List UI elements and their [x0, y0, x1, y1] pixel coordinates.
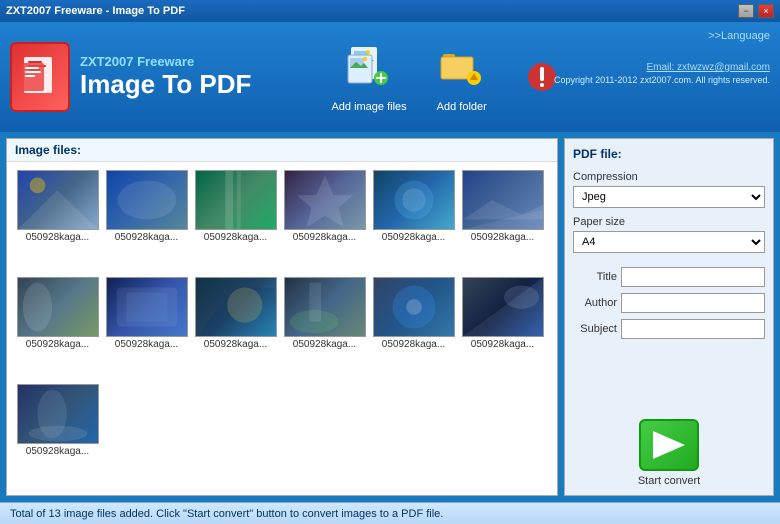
add-image-icon [344, 42, 394, 97]
author-input[interactable] [621, 293, 765, 313]
add-image-label: Add image files [331, 101, 406, 113]
minimize-button[interactable]: − [738, 4, 754, 18]
list-item[interactable]: 050928kaga... [193, 170, 278, 273]
image-label: 050928kaga... [284, 232, 366, 243]
thumbnail [17, 170, 99, 230]
list-item[interactable]: 050928kaga... [104, 170, 189, 273]
compression-group: Compression Jpeg PNG BMP [573, 171, 765, 208]
title-bar: ZXT2007 Freeware - Image To PDF − × [0, 0, 780, 22]
image-label: 050928kaga... [106, 339, 188, 350]
image-label: 050928kaga... [373, 339, 455, 350]
list-item[interactable]: 050928kaga... [460, 170, 545, 273]
logo-text-area: ZXT2007 Freeware Image To PDF [80, 54, 251, 100]
image-label: 050928kaga... [284, 339, 366, 350]
language-link[interactable]: >>Language [554, 30, 770, 42]
list-item[interactable]: 050928kaga... [282, 170, 367, 273]
image-label: 050928kaga... [462, 339, 544, 350]
author-label: Author [573, 297, 617, 309]
copyright-text: Copyright 2011-2012 zxt2007.com. All rig… [554, 75, 770, 85]
pdf-file-title: PDF file: [573, 147, 765, 161]
subject-input[interactable] [621, 319, 765, 339]
image-label: 050928kaga... [106, 232, 188, 243]
logo-brand: ZXT2007 Freeware [80, 54, 251, 69]
toolbar-buttons: Add image files Add folder [331, 42, 566, 113]
paper-size-select[interactable]: A4 A3 Letter Legal [573, 231, 765, 253]
list-item[interactable]: 050928kaga... [15, 384, 100, 487]
image-label: 050928kaga... [17, 446, 99, 457]
image-label: 050928kaga... [462, 232, 544, 243]
thumbnail [106, 170, 188, 230]
paper-size-label: Paper size [573, 216, 765, 228]
image-label: 050928kaga... [195, 339, 277, 350]
image-files-title: Image files: [7, 139, 557, 162]
compression-label: Compression [573, 171, 765, 183]
header: ZXT2007 Freeware Image To PDF [0, 22, 780, 132]
thumbnail [106, 277, 188, 337]
meta-fields: Title Author Subject [573, 267, 765, 345]
thumbnail [284, 277, 366, 337]
add-image-button[interactable]: Add image files [331, 42, 406, 113]
thumbnail [195, 170, 277, 230]
header-right: >>Language Email: zxtwzwz@gmail.com Copy… [554, 30, 770, 85]
status-bar: Total of 13 image files added. Click "St… [0, 502, 780, 524]
list-item[interactable]: 050928kaga... [371, 277, 456, 380]
list-item[interactable]: 050928kaga... [460, 277, 545, 380]
close-button[interactable]: × [758, 4, 774, 18]
add-folder-label: Add folder [437, 101, 487, 113]
image-label: 050928kaga... [195, 232, 277, 243]
title-input[interactable] [621, 267, 765, 287]
email-link[interactable]: Email: zxtwzwz@gmail.com [554, 62, 770, 73]
list-item[interactable]: 050928kaga... [15, 277, 100, 380]
list-item[interactable]: 050928kaga... [15, 170, 100, 273]
image-label: 050928kaga... [17, 339, 99, 350]
convert-btn-area: Start convert [573, 409, 765, 487]
add-folder-icon [437, 42, 487, 97]
thumbnail [462, 277, 544, 337]
logo-area: ZXT2007 Freeware Image To PDF [10, 42, 251, 112]
thumbnail [462, 170, 544, 230]
subject-label: Subject [573, 323, 617, 335]
compression-select[interactable]: Jpeg PNG BMP [573, 186, 765, 208]
start-convert-button[interactable] [639, 419, 699, 471]
image-label: 050928kaga... [373, 232, 455, 243]
title-bar-controls: − × [738, 4, 774, 18]
thumbnail [17, 384, 99, 444]
main-content: Image files: 050928kaga... 050928kaga...… [0, 132, 780, 502]
right-panel: PDF file: Compression Jpeg PNG BMP Paper… [564, 138, 774, 496]
list-item[interactable]: 050928kaga... [282, 277, 367, 380]
list-item[interactable]: 050928kaga... [193, 277, 278, 380]
subject-row: Subject [573, 319, 765, 339]
image-label: 050928kaga... [17, 232, 99, 243]
thumbnail [284, 170, 366, 230]
title-row: Title [573, 267, 765, 287]
paper-size-group: Paper size A4 A3 Letter Legal [573, 216, 765, 253]
convert-label: Start convert [638, 475, 700, 487]
thumbnail [195, 277, 277, 337]
title-label: Title [573, 271, 617, 283]
logo-icon [10, 42, 70, 112]
left-panel: Image files: 050928kaga... 050928kaga...… [6, 138, 558, 496]
thumbnail [373, 277, 455, 337]
image-grid: 050928kaga... 050928kaga... 050928kaga..… [7, 162, 557, 495]
logo-title: Image To PDF [80, 69, 251, 100]
add-folder-button[interactable]: Add folder [437, 42, 487, 113]
list-item[interactable]: 050928kaga... [371, 170, 456, 273]
list-item[interactable]: 050928kaga... [104, 277, 189, 380]
author-row: Author [573, 293, 765, 313]
thumbnail [373, 170, 455, 230]
thumbnail [17, 277, 99, 337]
title-bar-text: ZXT2007 Freeware - Image To PDF [6, 5, 185, 17]
